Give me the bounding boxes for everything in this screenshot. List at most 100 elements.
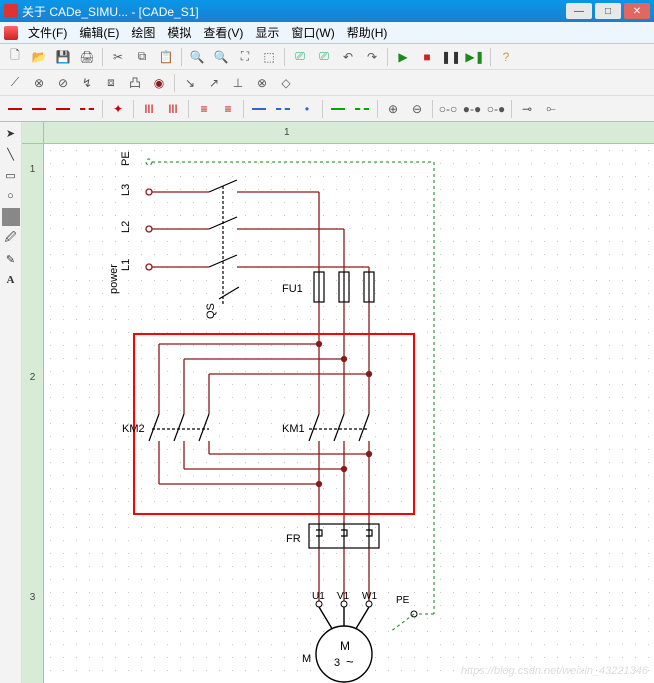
comp-coil-icon[interactable]: ◇ <box>275 72 297 94</box>
stop-icon[interactable]: ■ <box>416 46 438 68</box>
comp-switch-icon[interactable]: ⟋ <box>4 72 26 94</box>
close-button[interactable]: ✕ <box>624 3 650 19</box>
app-icon <box>4 4 18 18</box>
open-file-icon[interactable]: 📂 <box>28 46 50 68</box>
comp-push-icon[interactable]: ⊥ <box>227 72 249 94</box>
ruler-v-2: 2 <box>22 372 43 383</box>
menu-window[interactable]: 窗口(W) <box>285 24 340 41</box>
zoom-fit-icon[interactable]: ⛶ <box>234 46 256 68</box>
separator <box>102 100 103 118</box>
separator <box>133 100 134 118</box>
separator <box>377 100 378 118</box>
label-km2: KM2 <box>122 423 145 435</box>
cut-icon[interactable]: ✂ <box>107 46 129 68</box>
lib2-icon[interactable]: ⎚ <box>313 46 335 68</box>
circuit-drawing: PE L3 L2 L1 power QS FU1 KM1 KM2 FR U1 V… <box>44 144 654 683</box>
comp-nc-icon[interactable]: ↗ <box>203 72 225 94</box>
menu-help[interactable]: 帮助(H) <box>341 24 394 41</box>
zoom-window-icon[interactable]: ⬚ <box>258 46 280 68</box>
wire-3h-red-icon[interactable]: ≡ <box>193 98 215 120</box>
pointer-tool-icon[interactable]: ➤ <box>2 124 20 142</box>
comp-contactor-icon[interactable]: ↯ <box>76 72 98 94</box>
ruler-h-1: 1 <box>284 122 290 143</box>
menu-view[interactable]: 查看(V) <box>197 24 249 41</box>
window-title: 关于 CADe_SIMU... - [CADe_S1] <box>22 3 566 20</box>
copy-icon[interactable]: ⧉ <box>131 46 153 68</box>
term2-icon[interactable]: ⟜ <box>540 98 562 120</box>
help-icon[interactable]: ? <box>495 46 517 68</box>
label-pe2: PE <box>396 595 410 606</box>
paste-icon[interactable]: 📋 <box>155 46 177 68</box>
wire-node-icon[interactable]: ✦ <box>107 98 129 120</box>
separator <box>102 48 103 66</box>
play-icon[interactable]: ▶ <box>392 46 414 68</box>
comp-thermal-icon[interactable]: ⧈ <box>100 72 122 94</box>
ruler-v-3: 3 <box>22 592 43 603</box>
zoom-in-icon[interactable]: 🔍 <box>186 46 208 68</box>
maximize-button[interactable]: □ <box>595 3 621 19</box>
menu-draw[interactable]: 绘图 <box>125 24 161 41</box>
separator <box>511 100 512 118</box>
step-icon[interactable]: ▶❚ <box>464 46 486 68</box>
label-l2: L2 <box>120 221 132 233</box>
selection-box <box>134 334 414 514</box>
conn1-icon[interactable]: ○-○ <box>437 98 459 120</box>
text-tool-icon[interactable]: A <box>2 271 20 289</box>
horizontal-ruler: 1 <box>44 122 654 144</box>
zoom-out-icon[interactable]: 🔍 <box>210 46 232 68</box>
comp-relay-icon[interactable]: 凸 <box>124 72 146 94</box>
wire-green-icon[interactable] <box>327 98 349 120</box>
wire-red-icon[interactable] <box>4 98 26 120</box>
wire-3p-red2-icon[interactable]: ǀǀǀ <box>162 98 184 120</box>
conn2-icon[interactable]: ●-● <box>461 98 483 120</box>
eyedrop-tool-icon[interactable]: ✎ <box>2 250 20 268</box>
label-l3: L3 <box>120 184 132 196</box>
comp-motor-icon[interactable]: ◉ <box>148 72 170 94</box>
main-area: ➤ ╲ ▭ ○ ▬ 🖉 ✎ A 1 2 3 1 <box>0 122 654 683</box>
wire-3h-red2-icon[interactable]: ≡ <box>217 98 239 120</box>
window-buttons: — □ ✕ <box>566 3 650 19</box>
menu-file[interactable]: 文件(F) <box>22 24 73 41</box>
wire-blue-icon[interactable] <box>248 98 270 120</box>
comp-breaker-icon[interactable]: ⊗ <box>28 72 50 94</box>
separator <box>322 100 323 118</box>
comp-no-icon[interactable]: ↘ <box>179 72 201 94</box>
wire-red2-icon[interactable] <box>28 98 50 120</box>
drawing-canvas[interactable]: PE L3 L2 L1 power QS FU1 KM1 KM2 FR U1 V… <box>44 144 654 683</box>
junction-icon[interactable]: ⊕ <box>382 98 404 120</box>
line-tool-icon[interactable]: ╲ <box>2 145 20 163</box>
conn3-icon[interactable]: ○-● <box>485 98 507 120</box>
menu-display[interactable]: 显示 <box>249 24 285 41</box>
term-icon[interactable]: ⊸ <box>516 98 538 120</box>
wire-blue-dash-icon[interactable] <box>272 98 294 120</box>
rect-tool-icon[interactable]: ▭ <box>2 166 20 184</box>
lib-icon[interactable]: ⎚ <box>289 46 311 68</box>
undo-icon[interactable]: ↶ <box>337 46 359 68</box>
label-v1: V1 <box>337 591 350 602</box>
new-file-icon[interactable]: 🗋 <box>4 46 26 68</box>
fillrect-tool-icon[interactable]: ▬ <box>2 208 20 226</box>
menu-simulate[interactable]: 模拟 <box>161 24 197 41</box>
pause-icon[interactable]: ❚❚ <box>440 46 462 68</box>
wire-3p-red-icon[interactable]: ǀǀǀ <box>138 98 160 120</box>
comp-lamp-icon[interactable]: ⊗ <box>251 72 273 94</box>
wire-red-dash-icon[interactable] <box>76 98 98 120</box>
circle-tool-icon[interactable]: ○ <box>2 187 20 205</box>
paint-tool-icon[interactable]: 🖉 <box>2 229 20 247</box>
print-icon[interactable]: 🖨 <box>76 46 98 68</box>
menu-edit[interactable]: 编辑(E) <box>73 24 125 41</box>
label-l1: L1 <box>120 259 132 271</box>
wire-red3-icon[interactable] <box>52 98 74 120</box>
redo-icon[interactable]: ↷ <box>361 46 383 68</box>
label-u1: U1 <box>312 591 325 602</box>
save-icon[interactable]: 💾 <box>52 46 74 68</box>
label-w1: W1 <box>362 591 377 602</box>
separator <box>284 48 285 66</box>
wire-green-dash-icon[interactable] <box>351 98 373 120</box>
canvas-wrapper: 1 <box>44 122 654 683</box>
wire-blue-node-icon[interactable]: • <box>296 98 318 120</box>
comp-disconnect-icon[interactable]: ⊘ <box>52 72 74 94</box>
toolbar-components: ⟋ ⊗ ⊘ ↯ ⧈ 凸 ◉ ↘ ↗ ⊥ ⊗ ◇ <box>0 70 654 96</box>
minimize-button[interactable]: — <box>566 3 592 19</box>
junction2-icon[interactable]: ⊖ <box>406 98 428 120</box>
